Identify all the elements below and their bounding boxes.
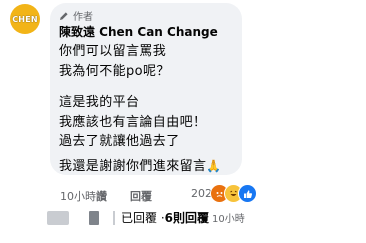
comment-line: 我應該也有言論自由吧！	[59, 115, 207, 130]
reply-timestamp: 10小時	[212, 214, 245, 225]
comment-line-last: 我還是謝謝你們進來留言🙏	[59, 155, 222, 174]
reaction-count[interactable]: 202	[191, 187, 212, 200]
comment-line: 這是我的平台	[59, 95, 140, 110]
author-badge-label: 作者	[73, 12, 93, 23]
blurred-divider	[113, 210, 115, 225]
comment-line: 過去了就讓他過去了	[59, 134, 180, 149]
like-icon	[238, 184, 257, 203]
author-badge: 作者	[59, 8, 93, 23]
comment-line-text: 我還是謝謝你們進來留言	[59, 159, 207, 174]
avatar[interactable]: CHEN	[10, 4, 40, 34]
reply-button[interactable]: 回覆	[130, 188, 152, 204]
comment-line: 你們可以留言罵我	[59, 44, 167, 59]
comment-line: 我為何不能po呢？	[59, 64, 170, 79]
blurred-avatar	[89, 210, 99, 225]
blurred-avatar	[47, 210, 69, 225]
replied-label: 已回覆 ·	[121, 211, 165, 225]
comment-actions: 10小時 讚 回覆	[60, 188, 152, 204]
like-button[interactable]: 讚	[96, 188, 130, 204]
comment-author[interactable]: 陳致遠 Chen Can Change	[59, 23, 218, 40]
comment-timestamp[interactable]: 10小時	[60, 188, 96, 204]
praying-hands-icon: 🙏	[206, 159, 222, 173]
reaction-summary[interactable]	[210, 184, 257, 203]
pencil-icon	[59, 11, 69, 21]
comment-bubble: 作者 陳致遠 Chen Can Change 你們可以留言罵我 我為何不能po呢…	[50, 3, 242, 175]
avatar-text: CHEN	[12, 14, 38, 24]
reply-count[interactable]: 6則回覆	[165, 209, 209, 226]
view-replies[interactable]: 已回覆 · 6則回覆 10小時	[47, 209, 245, 226]
